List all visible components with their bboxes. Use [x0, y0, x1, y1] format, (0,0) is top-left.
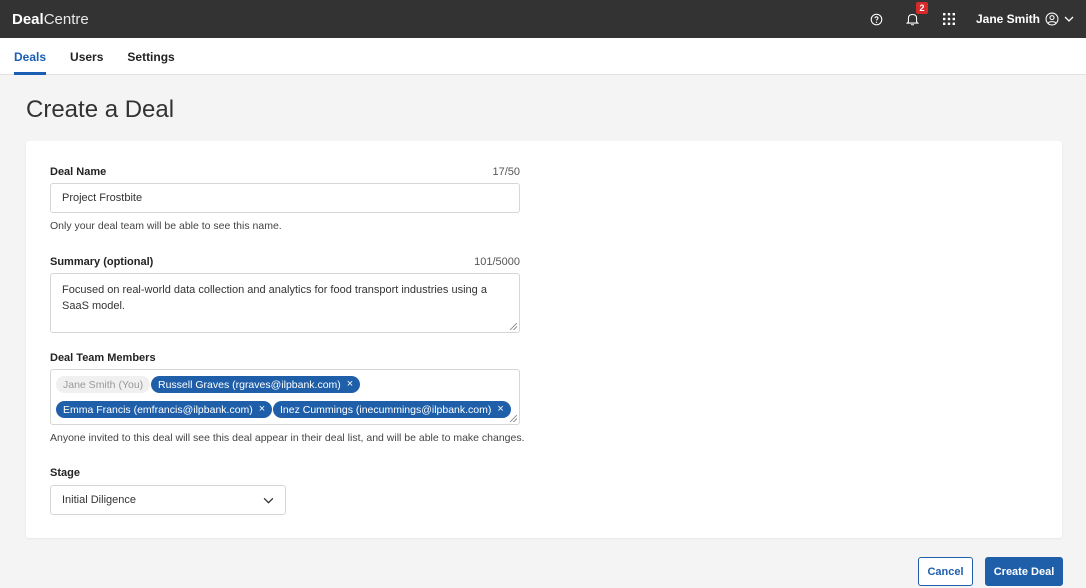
user-circle-icon: [1045, 12, 1059, 26]
main-tabs: Deals Users Settings: [0, 38, 1086, 75]
create-deal-form: Deal Name 17/50 Project Frostbite Only y…: [26, 141, 1062, 538]
close-icon[interactable]: ×: [259, 404, 265, 415]
team-member-you: Jane Smith (You): [56, 376, 151, 393]
brand-rest: Centre: [43, 10, 89, 28]
tab-settings[interactable]: Settings: [127, 38, 174, 75]
deal-name-help: Only your deal team will be able to see …: [50, 220, 282, 232]
app-logo[interactable]: DealCentre: [12, 11, 89, 28]
brand-bold: Deal: [12, 10, 44, 28]
team-members-label: Deal Team Members: [50, 352, 156, 364]
user-menu[interactable]: Jane Smith: [976, 12, 1074, 26]
team-members-input[interactable]: Jane Smith (You) Russell Graves (rgraves…: [50, 369, 520, 425]
resize-grip[interactable]: [510, 323, 517, 330]
apps-button[interactable]: [940, 10, 958, 28]
stage-select[interactable]: Initial Diligence: [50, 485, 286, 515]
summary-textarea[interactable]: Focused on real-world data collection an…: [50, 273, 520, 333]
team-member-chip[interactable]: Inez Cummings (inecummings@ilpbank.com) …: [273, 401, 511, 418]
stage-value: Initial Diligence: [62, 494, 136, 506]
summary-value: Focused on real-world data collection an…: [62, 284, 487, 312]
team-member-label: Inez Cummings (inecummings@ilpbank.com): [280, 403, 492, 416]
close-icon[interactable]: ×: [497, 404, 503, 415]
apps-grid-icon: [942, 13, 955, 25]
help-circle-icon: [871, 13, 883, 25]
create-deal-button[interactable]: Create Deal: [985, 557, 1063, 586]
summary-counter: 101/5000: [474, 256, 520, 268]
team-member-chip[interactable]: Russell Graves (rgraves@ilpbank.com) ×: [151, 376, 361, 393]
deal-name-input[interactable]: Project Frostbite: [50, 183, 520, 213]
deal-name-label: Deal Name: [50, 166, 107, 178]
cancel-button[interactable]: Cancel: [918, 557, 973, 586]
user-name: Jane Smith: [975, 12, 1040, 26]
notifications-button[interactable]: 2: [904, 2, 928, 28]
page-title: Create a Deal: [26, 96, 175, 123]
close-icon[interactable]: ×: [347, 379, 353, 390]
top-bar-actions: 2 Jane Smith: [868, 2, 1074, 28]
team-member-label: Emma Francis (emfrancis@ilpbank.com): [63, 403, 253, 416]
notification-badge: 2: [915, 2, 928, 14]
team-member-chip[interactable]: Emma Francis (emfrancis@ilpbank.com) ×: [56, 401, 273, 418]
help-button[interactable]: [868, 10, 886, 28]
team-member-you-label: Jane Smith (You): [63, 378, 144, 391]
stage-label: Stage: [50, 467, 80, 479]
top-bar: DealCentre 2 Jane Smith: [0, 0, 1086, 38]
tab-deals[interactable]: Deals: [14, 38, 47, 75]
team-members-help: Anyone invited to this deal will see thi…: [50, 432, 525, 444]
summary-label: Summary (optional): [50, 256, 154, 268]
deal-name-counter: 17/50: [492, 166, 520, 178]
bell-icon: [906, 14, 920, 26]
chevron-down-icon: [1064, 16, 1074, 22]
chevron-down-icon: [263, 497, 274, 504]
team-member-label: Russell Graves (rgraves@ilpbank.com): [158, 378, 341, 391]
resize-grip[interactable]: [510, 415, 517, 422]
tab-users[interactable]: Users: [70, 38, 103, 75]
deal-name-value: Project Frostbite: [62, 192, 143, 204]
